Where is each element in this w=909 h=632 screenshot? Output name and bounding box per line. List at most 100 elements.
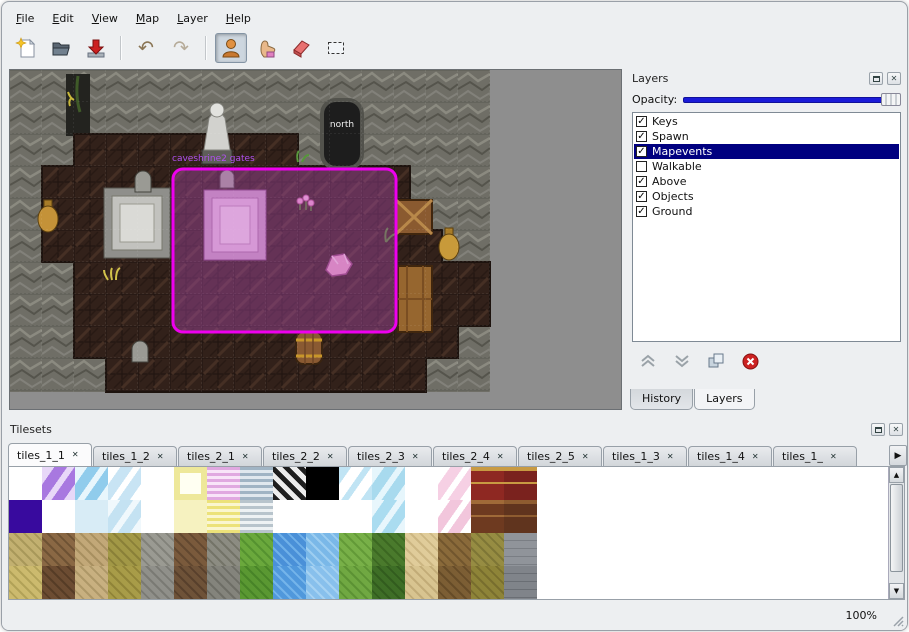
- layer-visibility-checkbox[interactable]: [636, 161, 647, 172]
- palette-tile[interactable]: [306, 533, 339, 566]
- tab-close-icon[interactable]: ✕: [667, 453, 674, 461]
- tileset-tab-tiles_2_1[interactable]: tiles_2_1✕: [178, 446, 262, 466]
- palette-tile[interactable]: [240, 500, 273, 533]
- menu-map[interactable]: Map: [128, 10, 167, 27]
- menu-view[interactable]: View: [84, 10, 126, 27]
- raise-layer-button[interactable]: [638, 352, 658, 370]
- palette-tile[interactable]: [108, 533, 141, 566]
- layer-row-above[interactable]: ✓Above: [634, 174, 899, 189]
- redo-button[interactable]: ↷: [165, 33, 197, 63]
- menu-help[interactable]: Help: [218, 10, 259, 27]
- palette-tile[interactable]: [339, 533, 372, 566]
- eraser-tool-button[interactable]: [285, 33, 317, 63]
- tab-close-icon[interactable]: ✕: [412, 453, 419, 461]
- tab-close-icon[interactable]: ✕: [72, 451, 79, 459]
- palette-tile[interactable]: [438, 500, 471, 533]
- tab-close-icon[interactable]: ✕: [582, 453, 589, 461]
- palette-tile[interactable]: [9, 566, 42, 599]
- palette-tile[interactable]: [438, 467, 471, 500]
- palette-tile[interactable]: [504, 566, 537, 599]
- tab-close-icon[interactable]: ✕: [327, 453, 334, 461]
- scroll-up-button[interactable]: ▲: [889, 467, 904, 483]
- duplicate-layer-button[interactable]: [706, 352, 726, 370]
- undo-button[interactable]: ↶: [130, 33, 162, 63]
- menu-edit[interactable]: Edit: [44, 10, 81, 27]
- tileset-tab-tiles_2_4[interactable]: tiles_2_4✕: [433, 446, 517, 466]
- layer-visibility-checkbox[interactable]: ✓: [636, 191, 647, 202]
- palette-tile[interactable]: [174, 566, 207, 599]
- save-button[interactable]: [80, 33, 112, 63]
- palette-tile[interactable]: [75, 500, 108, 533]
- palette-tile[interactable]: [207, 467, 240, 500]
- palette-tile[interactable]: [9, 467, 42, 500]
- tab-close-icon[interactable]: ✕: [497, 453, 504, 461]
- opacity-slider[interactable]: [683, 93, 901, 106]
- menu-layer[interactable]: Layer: [169, 10, 216, 27]
- palette-tile[interactable]: [306, 500, 339, 533]
- tab-close-icon[interactable]: ✕: [242, 453, 249, 461]
- tab-layers[interactable]: Layers: [694, 389, 754, 410]
- palette-tile[interactable]: [372, 467, 405, 500]
- palette-tile[interactable]: [471, 566, 504, 599]
- palette-tile[interactable]: [405, 566, 438, 599]
- tab-close-icon[interactable]: ✕: [752, 453, 759, 461]
- tab-scroll-right-button[interactable]: ▶: [889, 445, 907, 466]
- palette-tile[interactable]: [108, 500, 141, 533]
- float-dock-button[interactable]: [869, 72, 883, 85]
- scroll-down-button[interactable]: ▼: [889, 583, 904, 599]
- palette-tile[interactable]: [174, 533, 207, 566]
- palette-tile[interactable]: [405, 533, 438, 566]
- tileset-tab-tiles_1_3[interactable]: tiles_1_3✕: [603, 446, 687, 466]
- palette-tile[interactable]: [9, 533, 42, 566]
- tileset-tab-tiles_1_2[interactable]: tiles_1_2✕: [93, 446, 177, 466]
- float-dock-button[interactable]: [871, 423, 885, 436]
- layer-visibility-checkbox[interactable]: ✓: [636, 176, 647, 187]
- resize-grip[interactable]: [891, 614, 904, 627]
- palette-tile[interactable]: [339, 467, 372, 500]
- tileset-tab-tiles_2_5[interactable]: tiles_2_5✕: [518, 446, 602, 466]
- tab-history[interactable]: History: [630, 389, 693, 410]
- stamp-tool-button[interactable]: [215, 33, 247, 63]
- palette-tile[interactable]: [306, 566, 339, 599]
- palette-tile[interactable]: [471, 533, 504, 566]
- lower-layer-button[interactable]: [672, 352, 692, 370]
- palette-tile[interactable]: [174, 467, 207, 500]
- palette-tile[interactable]: [207, 566, 240, 599]
- palette-tile[interactable]: [240, 533, 273, 566]
- layer-row-walkable[interactable]: Walkable: [634, 159, 899, 174]
- palette-tile[interactable]: [339, 500, 372, 533]
- palette-tile[interactable]: [9, 500, 42, 533]
- tab-close-icon[interactable]: ✕: [830, 453, 837, 461]
- palette-tile[interactable]: [108, 467, 141, 500]
- palette-tile[interactable]: [207, 500, 240, 533]
- palette-tile[interactable]: [240, 467, 273, 500]
- palette-tile[interactable]: [273, 533, 306, 566]
- palette-tile[interactable]: [42, 533, 75, 566]
- tileset-tab-tiles_1_4[interactable]: tiles_1_4✕: [688, 446, 772, 466]
- palette-tile[interactable]: [372, 566, 405, 599]
- palette-tile[interactable]: [471, 500, 504, 533]
- palette-tile[interactable]: [42, 500, 75, 533]
- palette-tile[interactable]: [438, 566, 471, 599]
- tileset-tab-tiles_2_2[interactable]: tiles_2_2✕: [263, 446, 347, 466]
- new-file-button[interactable]: [10, 33, 42, 63]
- fill-tool-button[interactable]: [250, 33, 282, 63]
- opacity-slider-handle[interactable]: [881, 93, 901, 106]
- map-canvas[interactable]: north caveshrine2 gates: [9, 69, 622, 410]
- palette-tile[interactable]: [141, 566, 174, 599]
- select-tool-button[interactable]: [320, 33, 352, 63]
- palette-tile[interactable]: [504, 500, 537, 533]
- layer-row-objects[interactable]: ✓Objects: [634, 189, 899, 204]
- layer-visibility-checkbox[interactable]: ✓: [636, 206, 647, 217]
- palette-tile[interactable]: [207, 533, 240, 566]
- tileset-scrollbar[interactable]: ▲ ▼: [888, 467, 904, 599]
- palette-tile[interactable]: [75, 467, 108, 500]
- palette-tile[interactable]: [438, 533, 471, 566]
- palette-tile[interactable]: [75, 566, 108, 599]
- close-dock-button[interactable]: ✕: [889, 423, 903, 436]
- layer-row-mapevents[interactable]: ✓Mapevents: [634, 144, 899, 159]
- palette-tile[interactable]: [75, 533, 108, 566]
- scrollbar-thumb[interactable]: [890, 484, 903, 572]
- palette-tile[interactable]: [141, 467, 174, 500]
- tab-close-icon[interactable]: ✕: [157, 453, 164, 461]
